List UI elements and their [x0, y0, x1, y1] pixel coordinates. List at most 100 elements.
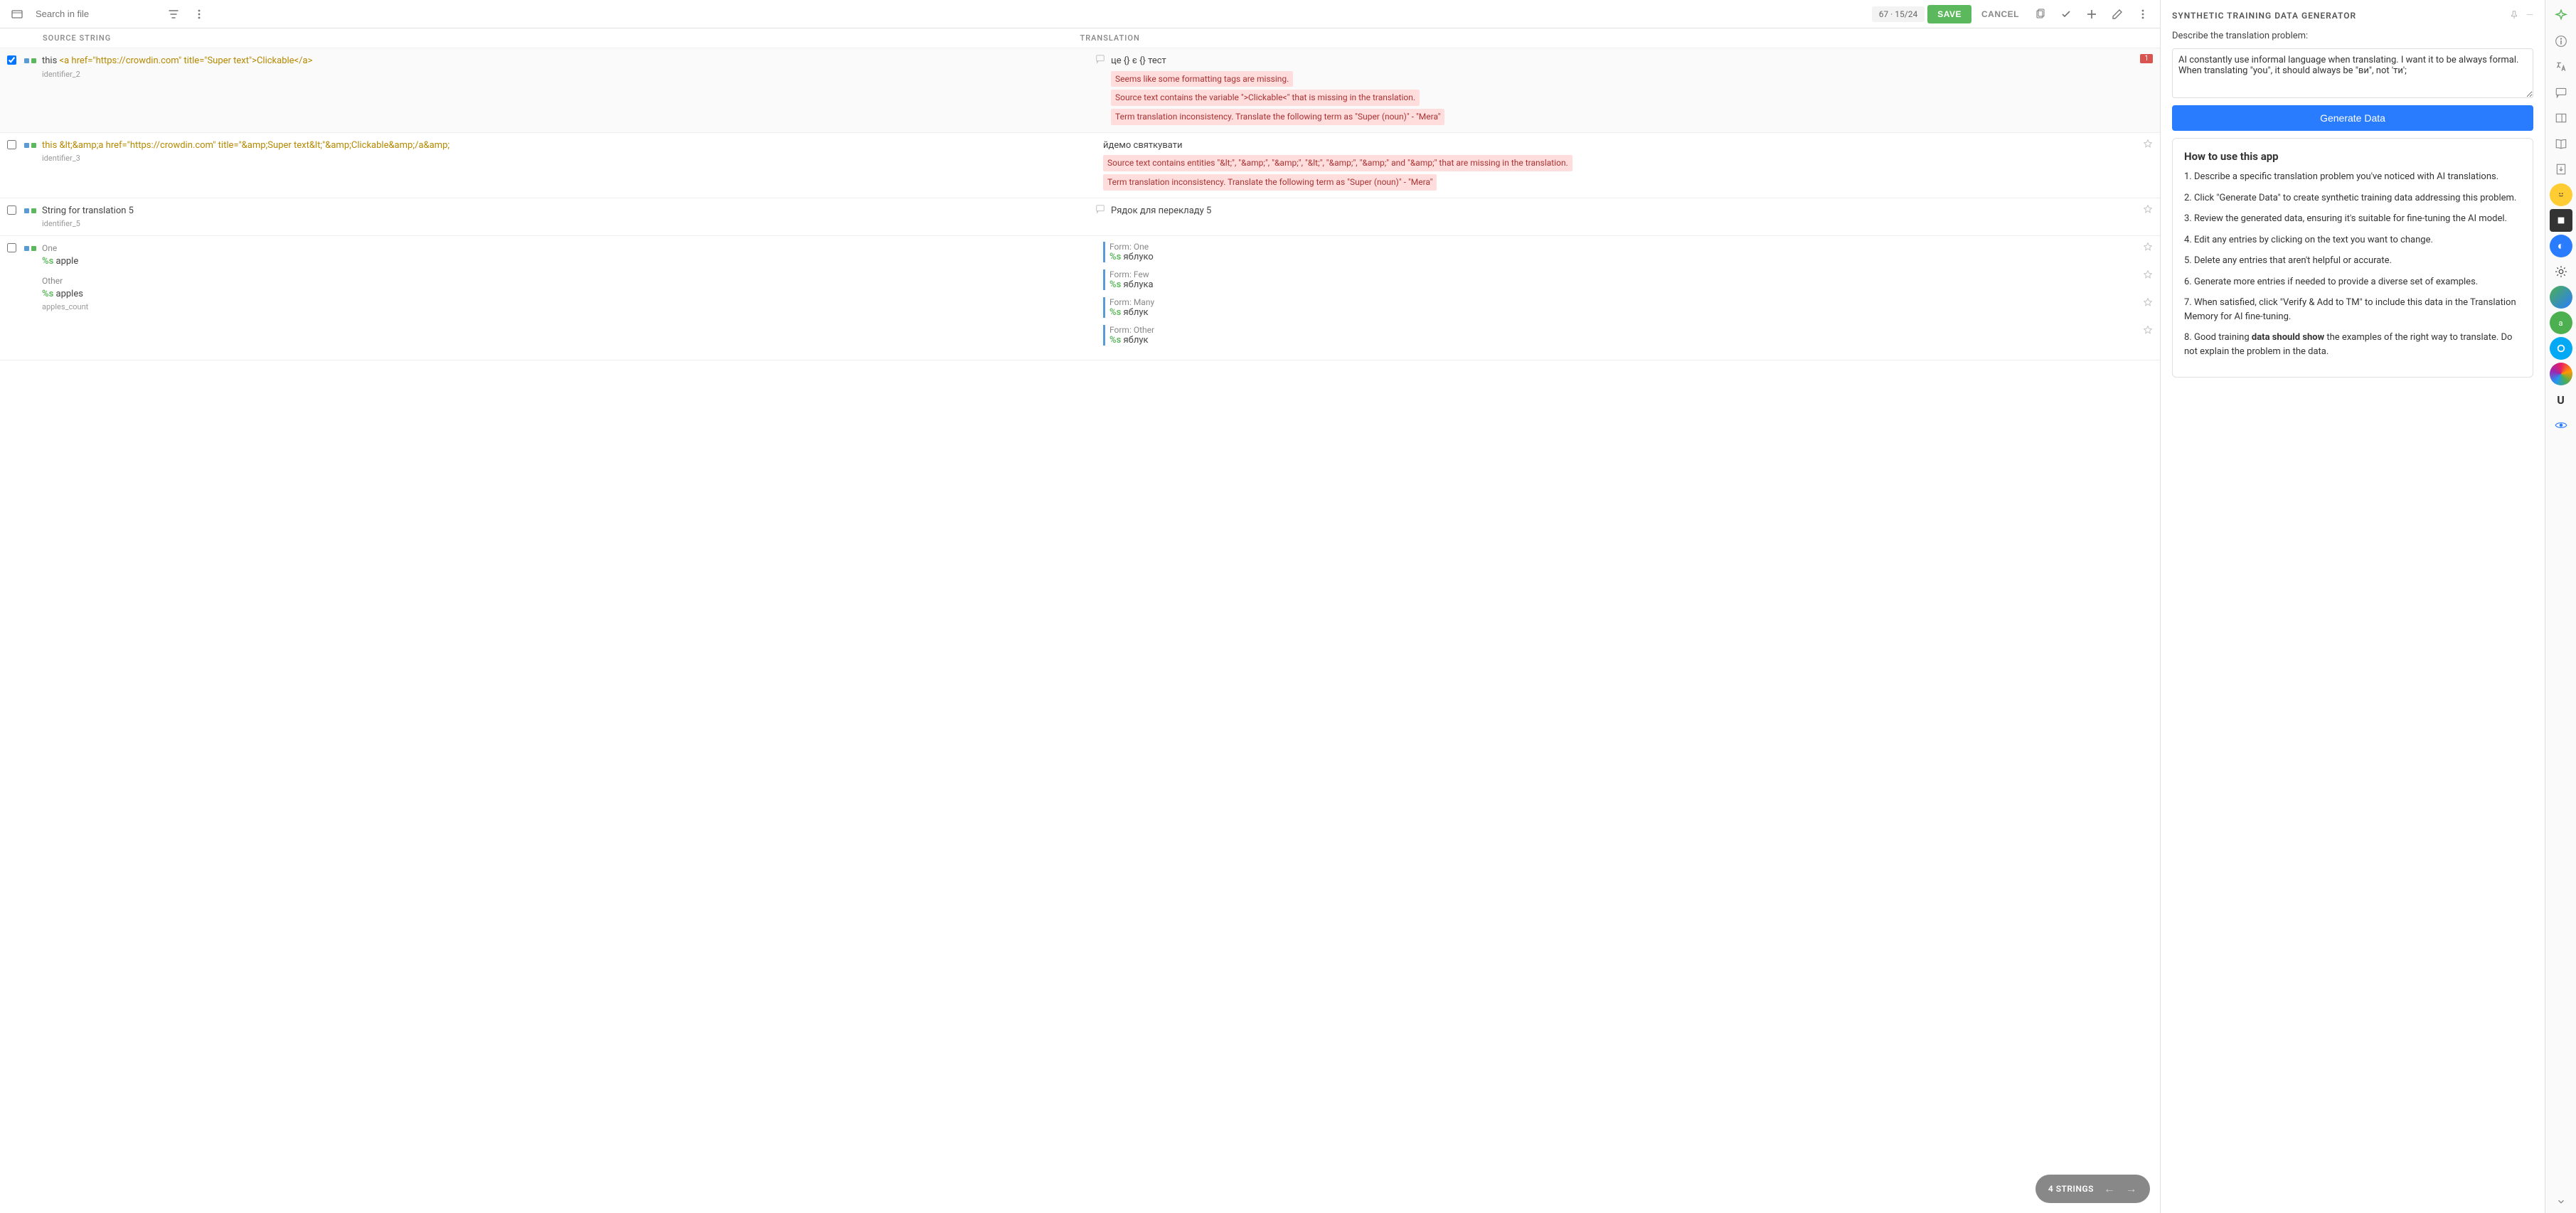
translate-icon[interactable]: [2550, 55, 2572, 78]
source-text: String for translation 5: [42, 204, 1084, 218]
source-text: this &lt;&amp;a href="https://crowdin.co…: [42, 139, 1092, 153]
auto-icon[interactable]: [2143, 269, 2153, 279]
app-icon-5[interactable]: [2550, 337, 2572, 360]
howto-title: How to use this app: [2184, 150, 2521, 163]
plural-form[interactable]: Form: One%s яблуко: [1103, 242, 2153, 262]
strings-count-pill: 4 STRINGS ← →: [2035, 1175, 2150, 1203]
sparkle-icon[interactable]: [2550, 4, 2572, 27]
form-label: Form: Many: [1109, 297, 2137, 307]
save-button[interactable]: SAVE: [1927, 5, 1971, 23]
page-indicator: 67 · 15/24: [1872, 6, 1925, 22]
comment-icon[interactable]: [1095, 54, 1105, 64]
prev-arrow-icon[interactable]: ←: [2104, 1182, 2116, 1196]
identifier: identifier_3: [42, 154, 1092, 163]
warning: Source text contains entities "&lt;", "&…: [1103, 155, 1572, 171]
book-icon[interactable]: [2550, 132, 2572, 155]
row-checkbox[interactable]: [7, 243, 16, 252]
overflow-icon[interactable]: [2131, 3, 2154, 26]
comment-icon[interactable]: [1095, 204, 1105, 214]
string-row[interactable]: this <a href="https://crowdin.com" title…: [0, 48, 2160, 133]
cancel-button[interactable]: CANCEL: [1974, 5, 2026, 23]
translation-header: TRANSLATION: [1080, 33, 2118, 43]
auto-icon[interactable]: [2143, 139, 2153, 149]
editor-pane: 67 · 15/24 SAVE CANCEL: [0, 0, 2161, 1213]
identifier: identifier_2: [42, 70, 1084, 79]
auto-icon[interactable]: [2143, 297, 2153, 307]
search-input[interactable]: [31, 4, 159, 23]
app-icon-1[interactable]: [2550, 183, 2572, 206]
source-text: this <a href="https://crowdin.com" title…: [42, 54, 1084, 68]
howto-card: How to use this app 1. Describe a specif…: [2172, 138, 2533, 378]
howto-step: 4. Edit any entries by clicking on the t…: [2184, 233, 2521, 247]
panel-icon[interactable]: [2550, 107, 2572, 129]
plural-one-label: One: [42, 242, 1092, 255]
auto-icon[interactable]: [2143, 242, 2153, 252]
filter-icon[interactable]: [162, 3, 185, 26]
howto-step: 7. When satisfied, click "Verify & Add t…: [2184, 296, 2521, 324]
string-row[interactable]: this &lt;&amp;a href="https://crowdin.co…: [0, 133, 2160, 198]
howto-step: 1. Describe a specific translation probl…: [2184, 170, 2521, 184]
eye-icon[interactable]: [2550, 414, 2572, 437]
string-row[interactable]: String for translation 5 identifier_5 Ря…: [0, 198, 2160, 237]
plural-form[interactable]: Form: Few%s яблука: [1103, 269, 2153, 290]
howto-step: 5. Delete any entries that aren't helpfu…: [2184, 254, 2521, 268]
translation-text[interactable]: йдемо святкувати: [1103, 139, 2137, 153]
info-icon[interactable]: [2550, 30, 2572, 53]
side-panel: SYNTHETIC TRAINING DATA GENERATOR — Desc…: [2161, 0, 2545, 1213]
warning: Term translation inconsistency. Translat…: [1111, 109, 1444, 125]
translation-text[interactable]: це {} є {} тест: [1111, 54, 2134, 68]
app-icon-6[interactable]: [2550, 363, 2572, 385]
row-checkbox[interactable]: [7, 205, 16, 215]
auto-icon[interactable]: [2143, 325, 2153, 335]
check-icon[interactable]: [2055, 3, 2077, 26]
more-vert-icon[interactable]: [188, 3, 211, 26]
gear-icon[interactable]: [2550, 260, 2572, 283]
plus-icon[interactable]: [2080, 3, 2103, 26]
app-icon-4[interactable]: a: [2550, 311, 2572, 334]
plural-one-value: %s apple: [42, 255, 1092, 269]
main-area: 67 · 15/24 SAVE CANCEL: [0, 0, 2545, 1213]
copy-icon[interactable]: [2029, 3, 2052, 26]
problem-textarea[interactable]: [2172, 48, 2533, 98]
panel-title: SYNTHETIC TRAINING DATA GENERATOR: [2172, 11, 2356, 21]
howto-step: 3. Review the generated data, ensuring i…: [2184, 212, 2521, 226]
source-header: SOURCE STRING: [43, 33, 1080, 43]
howto-step: 2. Click "Generate Data" to create synth…: [2184, 191, 2521, 205]
app-icon-active[interactable]: [2550, 209, 2572, 232]
minimize-icon[interactable]: —: [2526, 10, 2533, 21]
auto-icon[interactable]: [2143, 204, 2153, 214]
identifier: apples_count: [42, 302, 1092, 311]
edit-icon[interactable]: [2106, 3, 2129, 26]
generate-button[interactable]: Generate Data: [2172, 105, 2533, 131]
row-checkbox[interactable]: [7, 55, 16, 65]
pin-icon[interactable]: [2509, 10, 2519, 21]
string-row[interactable]: One %s apple Other %s apples apples_coun…: [0, 236, 2160, 360]
plural-form[interactable]: Form: Other%s яблук: [1103, 325, 2153, 346]
app-root: 67 · 15/24 SAVE CANCEL: [0, 0, 2576, 1213]
app-icon-2[interactable]: ◐: [2550, 235, 2572, 257]
row-checkbox[interactable]: [7, 140, 16, 149]
column-headers: SOURCE STRING TRANSLATION: [0, 28, 2160, 48]
plural-form[interactable]: Form: Many%s яблук: [1103, 297, 2153, 318]
chat-icon[interactable]: [2550, 81, 2572, 104]
next-arrow-icon[interactable]: →: [2126, 1182, 2138, 1196]
status-dots: [24, 204, 36, 213]
translation-text[interactable]: Рядок для перекладу 5: [1111, 204, 2137, 218]
plural-other-label: Other: [42, 274, 1092, 287]
form-label: Form: Few: [1109, 269, 2137, 279]
form-value: %s яблука: [1109, 279, 2137, 290]
toolbar: 67 · 15/24 SAVE CANCEL: [0, 0, 2160, 28]
status-dots: [24, 242, 36, 251]
warning: Seems like some formatting tags are miss…: [1111, 71, 1293, 87]
howto-step: 8. Good training data should show the ex…: [2184, 331, 2521, 358]
collapse-icon[interactable]: [6, 3, 28, 26]
form-value: %s яблуко: [1109, 252, 2137, 262]
describe-label: Describe the translation problem:: [2172, 31, 2533, 41]
string-list: this <a href="https://crowdin.com" title…: [0, 48, 2160, 1213]
app-icon-u[interactable]: U: [2550, 388, 2572, 411]
status-dots: [24, 54, 36, 63]
chevron-down-icon[interactable]: [2550, 1190, 2572, 1213]
form-value: %s яблук: [1109, 335, 2137, 346]
app-icon-3[interactable]: [2550, 286, 2572, 309]
download-icon[interactable]: [2550, 158, 2572, 181]
